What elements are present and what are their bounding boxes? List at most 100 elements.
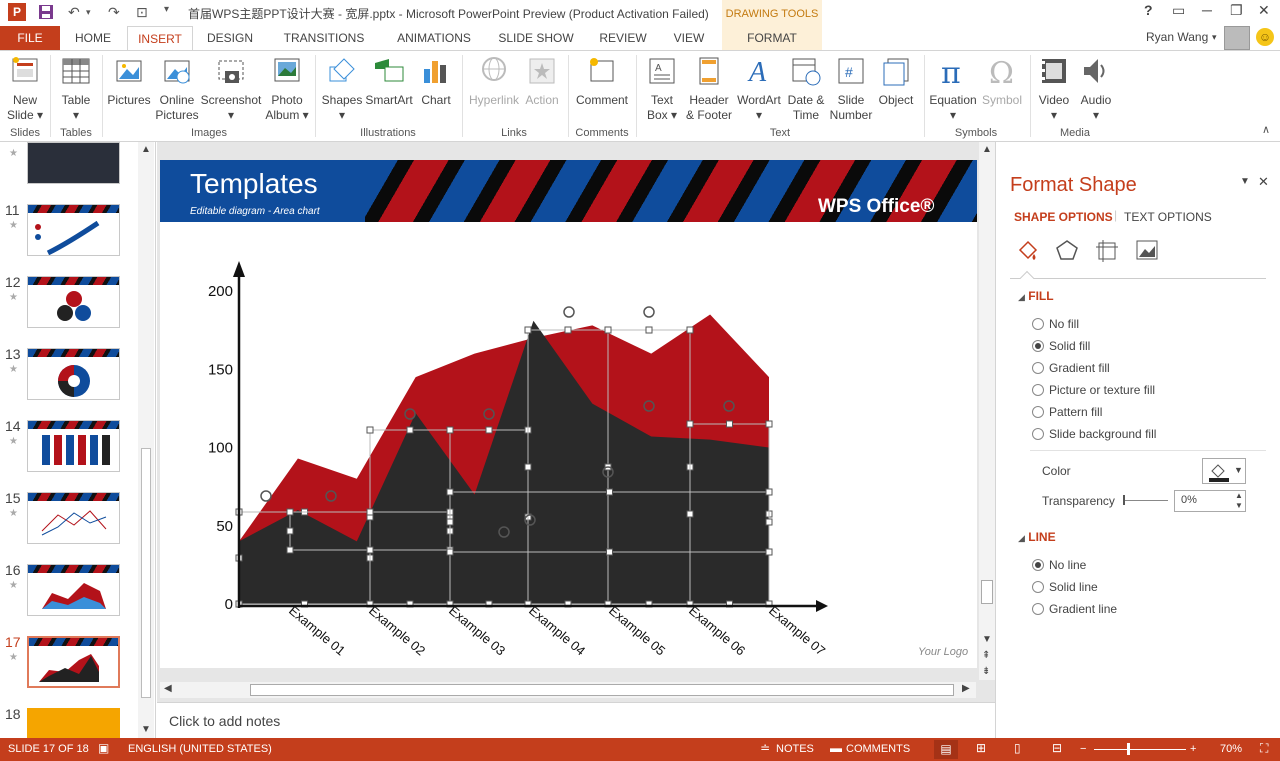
tab-slide-show[interactable]: SLIDE SHOW [490,26,582,50]
selection-handle[interactable] [686,326,694,334]
photo-album-button[interactable]: Photo Album ▾ [264,55,310,123]
hyperlink-button[interactable]: Hyperlink [466,55,522,108]
selection-handle[interactable] [446,518,454,526]
action-button[interactable]: Action [522,55,562,108]
picture-icon[interactable] [1134,238,1160,265]
zoom-slider-handle[interactable] [1127,743,1130,755]
undo-dropdown-icon[interactable]: ▾ [86,7,91,18]
selection-handle[interactable] [564,326,572,334]
tab-design[interactable]: DESIGN [198,26,262,50]
selection-handle[interactable] [286,546,294,554]
solid-line-radio[interactable]: Solid line [1032,579,1098,595]
tab-home[interactable]: HOME [64,26,122,50]
spin-up-icon[interactable]: ▲ [1235,491,1243,500]
picture-texture-fill-radio[interactable]: Picture or texture fill [1032,382,1155,398]
rotate-handle-icon[interactable] [563,306,575,318]
gradient-line-radio[interactable]: Gradient line [1032,601,1117,617]
zoom-slider[interactable] [1094,749,1186,750]
zoom-out-icon[interactable]: − [1080,743,1086,755]
customize-qat-icon[interactable]: ▾ [164,4,169,15]
slide-thumbnail[interactable] [27,204,120,256]
ribbon-display-options-icon[interactable]: ▭ [1172,2,1185,19]
start-from-beginning-icon[interactable]: ⊡ [136,4,148,21]
selection-handle[interactable] [524,463,532,471]
tab-file[interactable]: FILE [0,26,60,50]
slide-thumbnail[interactable] [27,420,120,472]
rotate-handle-icon[interactable] [643,306,655,318]
slide-counter[interactable]: SLIDE 17 OF 18 [8,743,89,755]
language-indicator[interactable]: ENGLISH (UNITED STATES) [128,743,272,755]
object-button[interactable]: Object [874,55,918,108]
horizontal-scroll-thumb[interactable] [250,684,954,696]
zoom-in-icon[interactable]: + [1190,743,1196,755]
selection-handle[interactable] [606,488,613,496]
spin-down-icon[interactable]: ▼ [1235,501,1243,510]
fill-line-icon[interactable] [1014,238,1040,265]
selection-handle[interactable] [686,420,694,428]
slide-thumbnail[interactable] [27,142,120,184]
selection-handle[interactable] [446,488,454,496]
online-pictures-button[interactable]: Online Pictures [154,55,200,123]
selection-handle[interactable] [765,420,773,428]
tab-animations[interactable]: ANIMATIONS [384,26,484,50]
zoom-level[interactable]: 70% [1220,743,1242,755]
no-line-radio[interactable]: No line [1032,557,1086,573]
selection-handle[interactable] [765,488,773,496]
restore-icon[interactable]: ❐ [1230,2,1243,19]
save-icon[interactable] [38,4,54,23]
area-chart[interactable]: 0 50 100 150 200 Example 01 Example 02 Example … [160,160,977,668]
fill-section-header[interactable]: ◢ FILL [1018,289,1054,303]
header-footer-button[interactable]: Header & Footer [684,55,734,123]
size-properties-icon[interactable] [1094,238,1120,265]
thumbnails-scroll-thumb[interactable] [141,448,151,698]
close-pane-icon[interactable]: ✕ [1258,174,1269,190]
selection-handle[interactable] [604,326,612,334]
equation-button[interactable]: π Equation ▾ [928,55,978,123]
avatar[interactable] [1224,26,1250,50]
color-picker-button[interactable]: ▼ [1202,458,1246,484]
notes-placeholder[interactable]: Click to add notes [169,713,280,729]
slide-canvas[interactable]: Templates Editable diagram - Area chart … [160,160,977,668]
fit-to-window-icon[interactable]: ⛶ [1260,741,1268,756]
selection-handle[interactable] [366,546,374,554]
effects-icon[interactable] [1054,238,1080,265]
tab-shape-options[interactable]: SHAPE OPTIONS [1014,210,1113,224]
selection-handle[interactable] [765,518,773,526]
wordart-button[interactable]: A WordArt ▾ [734,55,784,123]
pictures-button[interactable]: Pictures [106,55,152,108]
slide-thumbnail[interactable] [27,708,120,738]
solid-fill-radio[interactable]: Solid fill [1032,338,1090,354]
next-slide-icon[interactable]: ⇟ [982,666,990,677]
selection-handle[interactable] [726,420,733,428]
smartart-button[interactable]: SmartArt [364,55,414,108]
reading-view-icon[interactable]: ▯ [1014,741,1021,755]
selection-handle[interactable] [485,426,493,434]
user-dropdown-icon[interactable]: ▾ [1212,32,1217,43]
transparency-input[interactable]: 0% ▲ ▼ [1174,490,1246,512]
shapes-button[interactable]: Shapes ▾ [320,55,364,123]
selection-handle[interactable] [686,510,694,518]
slide-background-fill-radio[interactable]: Slide background fill [1032,426,1156,442]
selection-handle[interactable] [645,326,653,334]
undo-icon[interactable]: ↶ [68,4,80,21]
new-slide-button[interactable]: New Slide ▾ [4,55,46,123]
slide-thumbnail[interactable] [27,492,120,544]
selection-handle[interactable] [286,508,294,516]
symbol-button[interactable]: Ω Symbol [980,55,1024,108]
screenshot-button[interactable]: Screenshot ▾ [200,55,262,123]
help-icon[interactable]: ? [1144,2,1153,18]
spelling-check-icon[interactable]: ▣ [98,741,109,755]
chart-button[interactable]: Chart [416,55,456,108]
selection-handle[interactable] [286,527,294,535]
selection-handle[interactable] [366,426,374,434]
user-name[interactable]: Ryan Wang [1146,30,1208,44]
selection-handle[interactable] [606,548,613,556]
gradient-fill-radio[interactable]: Gradient fill [1032,360,1110,376]
date-time-button[interactable]: Date & Time [784,55,828,123]
tab-transitions[interactable]: TRANSITIONS [272,26,376,50]
scroll-down-icon[interactable]: ▼ [141,724,151,735]
comments-button[interactable]: COMMENTS [846,743,910,755]
scroll-up-icon[interactable]: ▲ [982,144,992,155]
thumbnails-scrollbar[interactable]: ▲ ▼ [138,142,154,738]
powerpoint-logo-icon[interactable]: P [8,3,26,21]
